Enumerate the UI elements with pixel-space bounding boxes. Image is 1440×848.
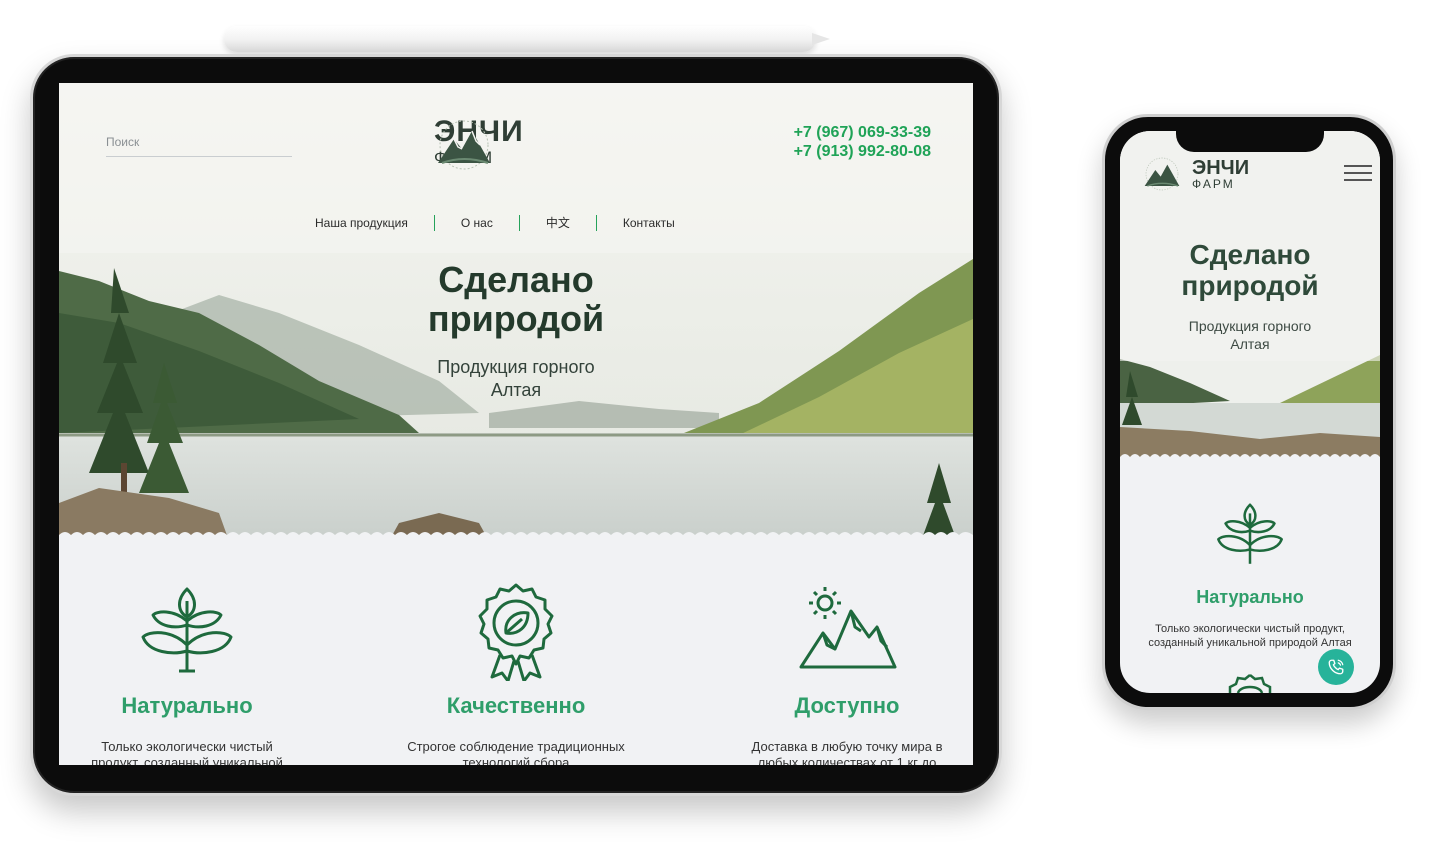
mountain-logo-icon: [1144, 157, 1180, 191]
mobile-hero-subtitle-line2: Алтая: [1230, 336, 1270, 352]
search-placeholder: Поиск: [106, 135, 140, 149]
phone-numbers: +7 (967) 069-33-39 +7 (913) 992-80-08: [794, 123, 931, 161]
hero-section: Поиск ЭНЧИ ФАРМ +7 (967) 069-33-39 +7 (9…: [59, 83, 973, 541]
feature-description: Доставка в любую точку мира в любых коли…: [751, 739, 943, 765]
mobile-hero-subtitle-line1: Продукция горного: [1188, 318, 1312, 334]
mobile-hero-title-line2: природой: [1181, 270, 1319, 301]
quality-badge-icon: [1228, 674, 1272, 693]
phone-notch: [1176, 128, 1324, 152]
mobile-hero-subtitle: Продукция горного Алтая: [1120, 317, 1380, 353]
mobile-feature-title: Натурально: [1196, 587, 1304, 607]
mobile-hero-section: ЭНЧИ ФАРМ Сделано природой Продукция гор…: [1120, 131, 1380, 461]
mobile-logo[interactable]: ЭНЧИ ФАРМ: [1142, 155, 1249, 193]
mobile-hero-title: Сделано природой: [1120, 239, 1380, 301]
phone-number-2[interactable]: +7 (913) 992-80-08: [794, 142, 931, 161]
main-nav: Наша продукция О нас 中文 Контакты: [315, 215, 701, 231]
mountain-sun-icon: [799, 587, 897, 669]
mobile-hero-title-line1: Сделано: [1189, 239, 1311, 270]
feature-title: Натурально: [121, 693, 253, 718]
stylus-pencil: [224, 26, 830, 52]
hero-title-line2: природой: [427, 298, 605, 339]
phone-call-icon: [1328, 659, 1344, 675]
hero-subtitle-line1: Продукция горного: [437, 357, 595, 377]
search-input[interactable]: Поиск: [106, 135, 292, 157]
nav-item-products[interactable]: Наша продукция: [315, 215, 435, 231]
feature-title: Доступно: [794, 693, 900, 718]
hero-subtitle-line2: Алтая: [490, 380, 542, 400]
feature-natural: Натурально Только экологически чистый пр…: [59, 581, 337, 765]
hero-title-line1: Сделано: [438, 259, 594, 300]
hero-subtitle: Продукция горного Алтая: [59, 356, 973, 402]
feature-quality: Качественно Строгое соблюдение традицион…: [366, 581, 666, 765]
tablet-screen: Поиск ЭНЧИ ФАРМ +7 (967) 069-33-39 +7 (9…: [59, 83, 973, 765]
feature-description: Только экологически чистый продукт, созд…: [91, 739, 283, 765]
feature-affordable: Доступно Доставка в любую точку мира в л…: [697, 581, 973, 765]
mobile-feature-description: Только экологически чистый продукт, созд…: [1148, 623, 1352, 649]
phone-number-1[interactable]: +7 (967) 069-33-39: [794, 123, 931, 142]
feature-description: Строгое соблюдение традиционных технолог…: [407, 739, 625, 765]
mobile-feature-natural: Натурально Только экологически чистый пр…: [1120, 499, 1380, 650]
feature-title: Качественно: [446, 693, 586, 718]
features-section: Натурально Только экологически чистый пр…: [59, 541, 973, 765]
nav-item-about[interactable]: О нас: [435, 215, 520, 231]
call-button[interactable]: [1318, 649, 1354, 685]
mobile-logo-name-line1: ЭНЧИ: [1192, 157, 1250, 179]
mobile-logo-name-line2: ФАРМ: [1192, 177, 1235, 191]
leaf-plant-icon: [141, 587, 233, 673]
nav-item-chinese[interactable]: 中文: [520, 215, 597, 231]
hero-title: Сделано природой: [59, 260, 973, 338]
mountain-logo-icon: [438, 120, 490, 170]
leaf-plant-icon: [1217, 503, 1283, 564]
hamburger-menu-icon[interactable]: [1344, 165, 1372, 183]
quality-badge-icon: [478, 583, 554, 681]
nav-item-contacts[interactable]: Контакты: [597, 215, 701, 231]
phone-screen: ЭНЧИ ФАРМ Сделано природой Продукция гор…: [1120, 131, 1380, 693]
logo[interactable]: ЭНЧИ ФАРМ: [434, 117, 524, 170]
